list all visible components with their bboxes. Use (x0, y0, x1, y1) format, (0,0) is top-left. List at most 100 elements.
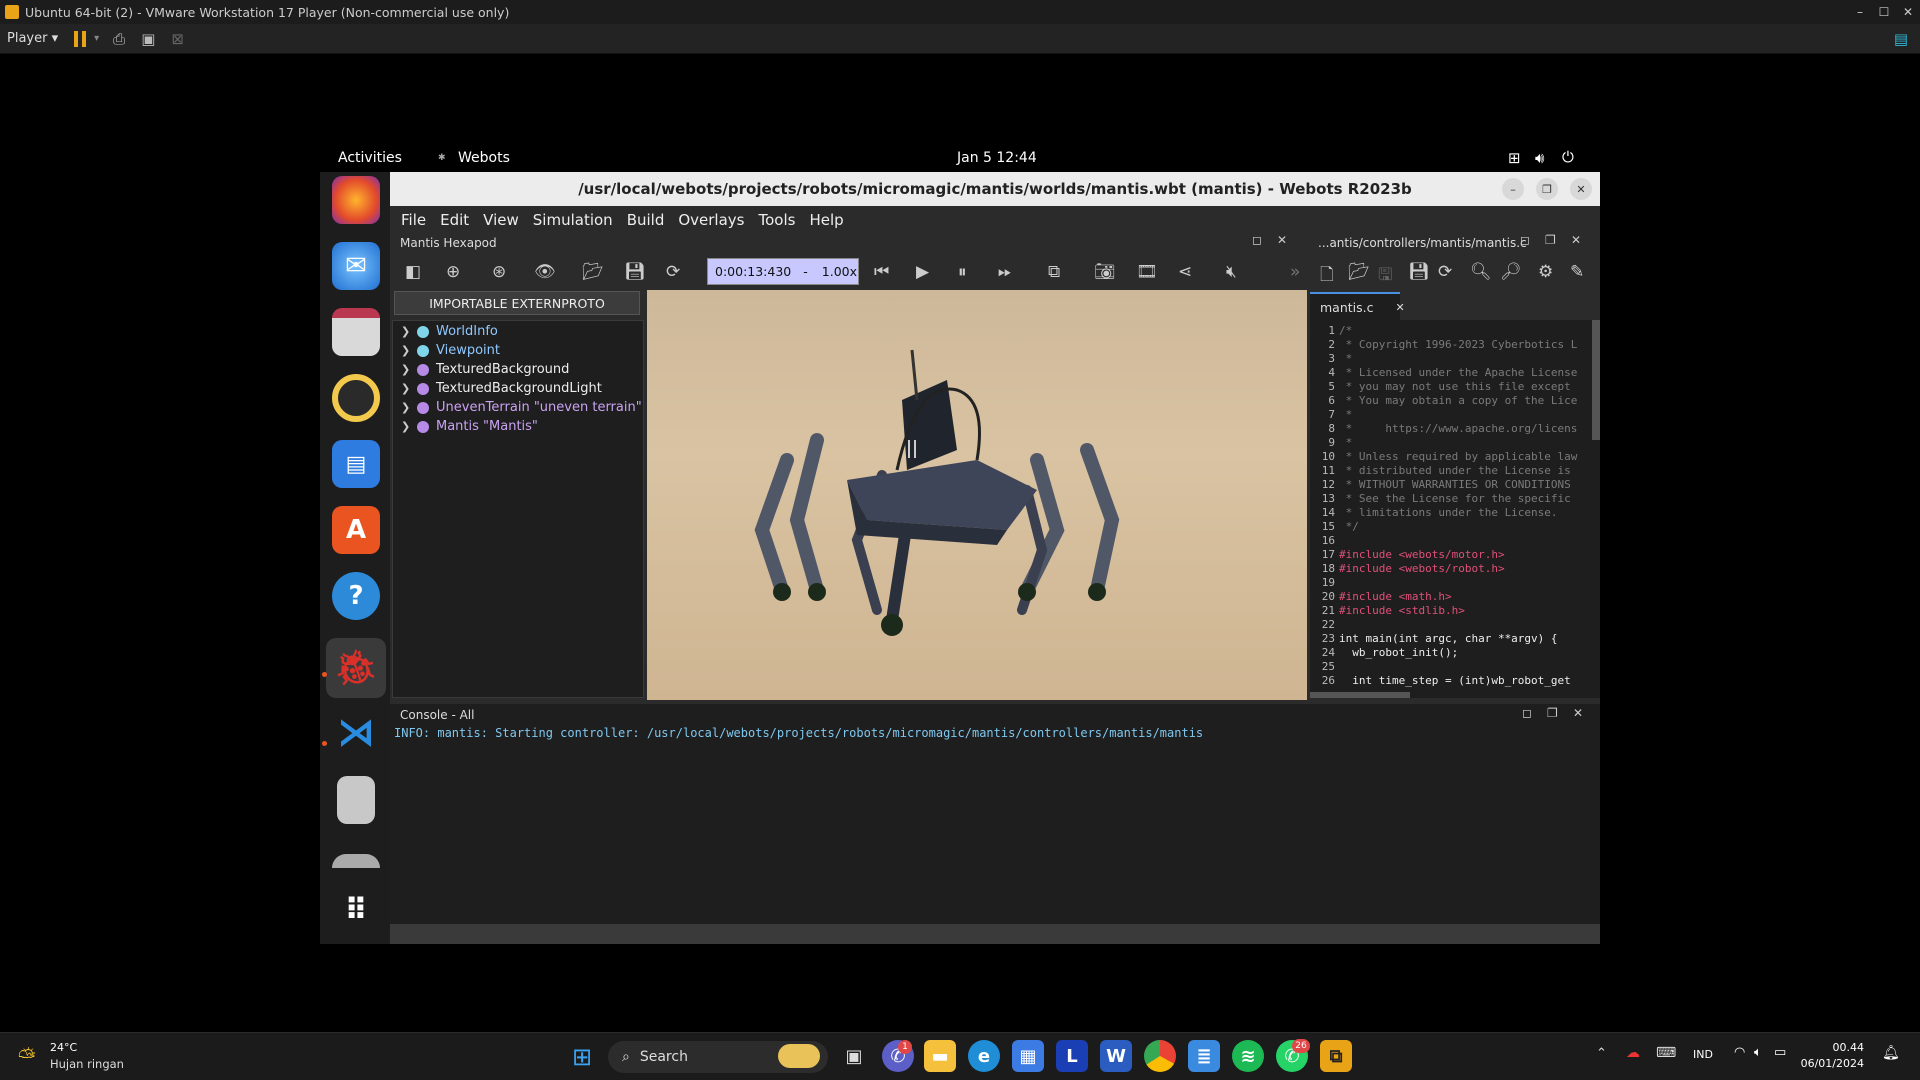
expand-arrow-icon[interactable]: ❯ (401, 344, 417, 357)
minimize-button[interactable]: – (1848, 0, 1872, 24)
save-file-disabled-icon[interactable]: 🖫 (1378, 262, 1392, 291)
input-language[interactable]: IND (1693, 1048, 1713, 1061)
firefox-icon[interactable] (332, 176, 380, 224)
task-view-icon[interactable]: ▣ (838, 1040, 870, 1072)
reload-world-icon[interactable]: ⟳ (666, 262, 680, 282)
vscode-icon[interactable]: ⋊ (332, 708, 380, 756)
reset-viewpoint-icon[interactable]: ⊛ (492, 262, 506, 282)
revert-icon[interactable]: ⟳ (1438, 262, 1452, 282)
maximize-icon[interactable]: ❐ (1536, 178, 1558, 200)
screenshot-icon[interactable]: 📷︎ (1094, 262, 1116, 282)
pause-icon[interactable] (74, 30, 87, 47)
find-icon[interactable]: 🔍︎ (1470, 262, 1492, 282)
battery-icon[interactable]: ▭ (1774, 1045, 1786, 1060)
speaker-icon[interactable]: 🔈︎ (1754, 1045, 1762, 1060)
menu-tools[interactable]: Tools (758, 211, 795, 229)
webots-dock-icon[interactable]: 🐞︎ (326, 638, 386, 698)
word-icon[interactable]: W (1100, 1040, 1132, 1072)
more-icon[interactable]: » (1290, 262, 1300, 282)
show-apps-icon[interactable]: ⠿ (332, 886, 380, 934)
maximize-button[interactable]: ☐ (1872, 0, 1896, 24)
expand-arrow-icon[interactable]: ❯ (401, 363, 417, 376)
expand-arrow-icon[interactable]: ❯ (401, 401, 417, 414)
writer-icon[interactable]: ▤ (332, 440, 380, 488)
notepad-icon[interactable]: ≣ (1188, 1040, 1220, 1072)
save-as-icon[interactable]: 💾︎ (1408, 262, 1430, 282)
edge-icon[interactable]: e (968, 1040, 1000, 1072)
weather-temp[interactable]: 24°C (50, 1041, 77, 1054)
files-icon[interactable] (332, 308, 380, 356)
close-button[interactable]: ✕ (1896, 0, 1920, 24)
open-world-icon[interactable]: 📂︎ (582, 262, 604, 282)
3d-viewport[interactable] (647, 290, 1307, 700)
rhythmbox-icon[interactable] (332, 374, 380, 422)
expand-arrow-icon[interactable]: ❯ (401, 325, 417, 338)
pause-sim-icon[interactable]: ⏸︎ (958, 262, 967, 282)
minimize-icon[interactable]: – (1502, 178, 1524, 200)
panel-float-icon[interactable]: ◻ (1520, 233, 1530, 247)
app-center-icon[interactable]: A (332, 506, 380, 554)
panel-close-icon[interactable]: ✕ (1571, 233, 1581, 247)
help-icon[interactable]: ? (332, 572, 380, 620)
record-movie-icon[interactable]: 🎞︎ (1136, 262, 1158, 282)
menu-edit[interactable]: Edit (440, 211, 469, 229)
menu-overlays[interactable]: Overlays (678, 211, 744, 229)
menu-build[interactable]: Build (627, 211, 665, 229)
activities-button[interactable]: Activities (338, 150, 402, 166)
mute-icon[interactable]: 🔇︎ (1226, 262, 1237, 282)
step-icon[interactable]: ▶︎ (916, 262, 929, 282)
expand-arrow-icon[interactable]: ❯ (401, 420, 417, 433)
network-icon[interactable]: ⊞ (1508, 149, 1521, 167)
vmware-taskbar-icon[interactable]: ⧉ (1320, 1040, 1352, 1072)
panel-restore-icon[interactable]: ❐ (1545, 233, 1556, 247)
weather-desc[interactable]: Hujan ringan (50, 1057, 124, 1071)
panel-restore-icon[interactable]: ❐ (1547, 706, 1558, 720)
tree-item[interactable]: ❯ Mantis "Mantis" (401, 417, 538, 436)
l-app-icon[interactable]: L (1056, 1040, 1088, 1072)
chrome-icon[interactable] (1144, 1040, 1176, 1072)
weather-icon[interactable]: ⛅︎ (18, 1045, 36, 1070)
send-keys-icon[interactable]: ⎙ (113, 30, 125, 48)
menu-simulation[interactable]: Simulation (533, 211, 613, 229)
tray-chevron-icon[interactable]: ⌃ (1596, 1046, 1607, 1061)
thunderbird-icon[interactable]: ✉ (332, 242, 380, 290)
menu-file[interactable]: File (401, 211, 426, 229)
add-node-icon[interactable]: ⊕ (446, 262, 460, 282)
keyboard-icon[interactable]: ⌨ (1656, 1045, 1676, 1061)
notification-bell-icon[interactable]: 🔔︎ (1882, 1045, 1900, 1061)
clean-icon[interactable]: ✎ (1570, 262, 1584, 282)
toggle-scene-tree-icon[interactable]: ◧ (405, 262, 421, 282)
taskbar-date[interactable]: 06/01/2024 (1800, 1057, 1864, 1070)
fast-forward-icon[interactable]: ⏩︎ (998, 262, 1012, 282)
save-world-icon[interactable]: 💾︎ (624, 262, 646, 282)
tree-item[interactable]: ❯ Viewpoint (401, 341, 500, 360)
tree-item[interactable]: ❯ UnevenTerrain "uneven terrain" (401, 398, 642, 417)
clock[interactable]: Jan 5 12:44 (957, 150, 1037, 166)
tree-item[interactable]: ❯ WorldInfo (401, 322, 498, 341)
player-menu[interactable]: Player ▾ (7, 31, 58, 46)
tab-mantis-c[interactable]: mantis.c ✕ (1310, 292, 1405, 320)
expand-arrow-icon[interactable]: ❯ (401, 382, 417, 395)
replace-icon[interactable]: 🔎︎ (1500, 262, 1522, 282)
panel-float-icon[interactable]: ◻ (1252, 233, 1262, 247)
tree-item[interactable]: ❯ TexturedBackgroundLight (401, 379, 602, 398)
new-file-icon[interactable]: 🗋 (1320, 262, 1334, 291)
panel-close-icon[interactable]: ✕ (1573, 706, 1583, 720)
message-icon[interactable]: ▤ (1894, 30, 1908, 48)
rendering-icon[interactable]: ⧉ (1048, 262, 1060, 282)
tray-app-icon[interactable]: ☁ (1626, 1045, 1640, 1061)
trash-icon[interactable] (332, 854, 380, 868)
share-icon[interactable]: ⋖ (1178, 262, 1192, 282)
close-icon[interactable]: ✕ (1570, 178, 1592, 200)
editor-hscrollbar[interactable] (1310, 692, 1410, 698)
tab-close-icon[interactable]: ✕ (1396, 301, 1405, 314)
importable-externproto-button[interactable]: IMPORTABLE EXTERNPROTO (394, 291, 640, 315)
code-editor[interactable]: 1/* 2 * Copyright 1996-2023 Cyberbotics L… (1310, 320, 1600, 698)
volume-icon[interactable]: 🔊︎ (1535, 149, 1544, 167)
panel-close-icon[interactable]: ✕ (1277, 233, 1287, 247)
file-explorer-icon[interactable]: ▬ (924, 1040, 956, 1072)
build-settings-icon[interactable]: ⚙ (1538, 262, 1553, 282)
spotify-icon[interactable]: ≋ (1232, 1040, 1264, 1072)
menu-view[interactable]: View (483, 211, 519, 229)
fullscreen-icon[interactable]: ▣ (141, 30, 155, 48)
